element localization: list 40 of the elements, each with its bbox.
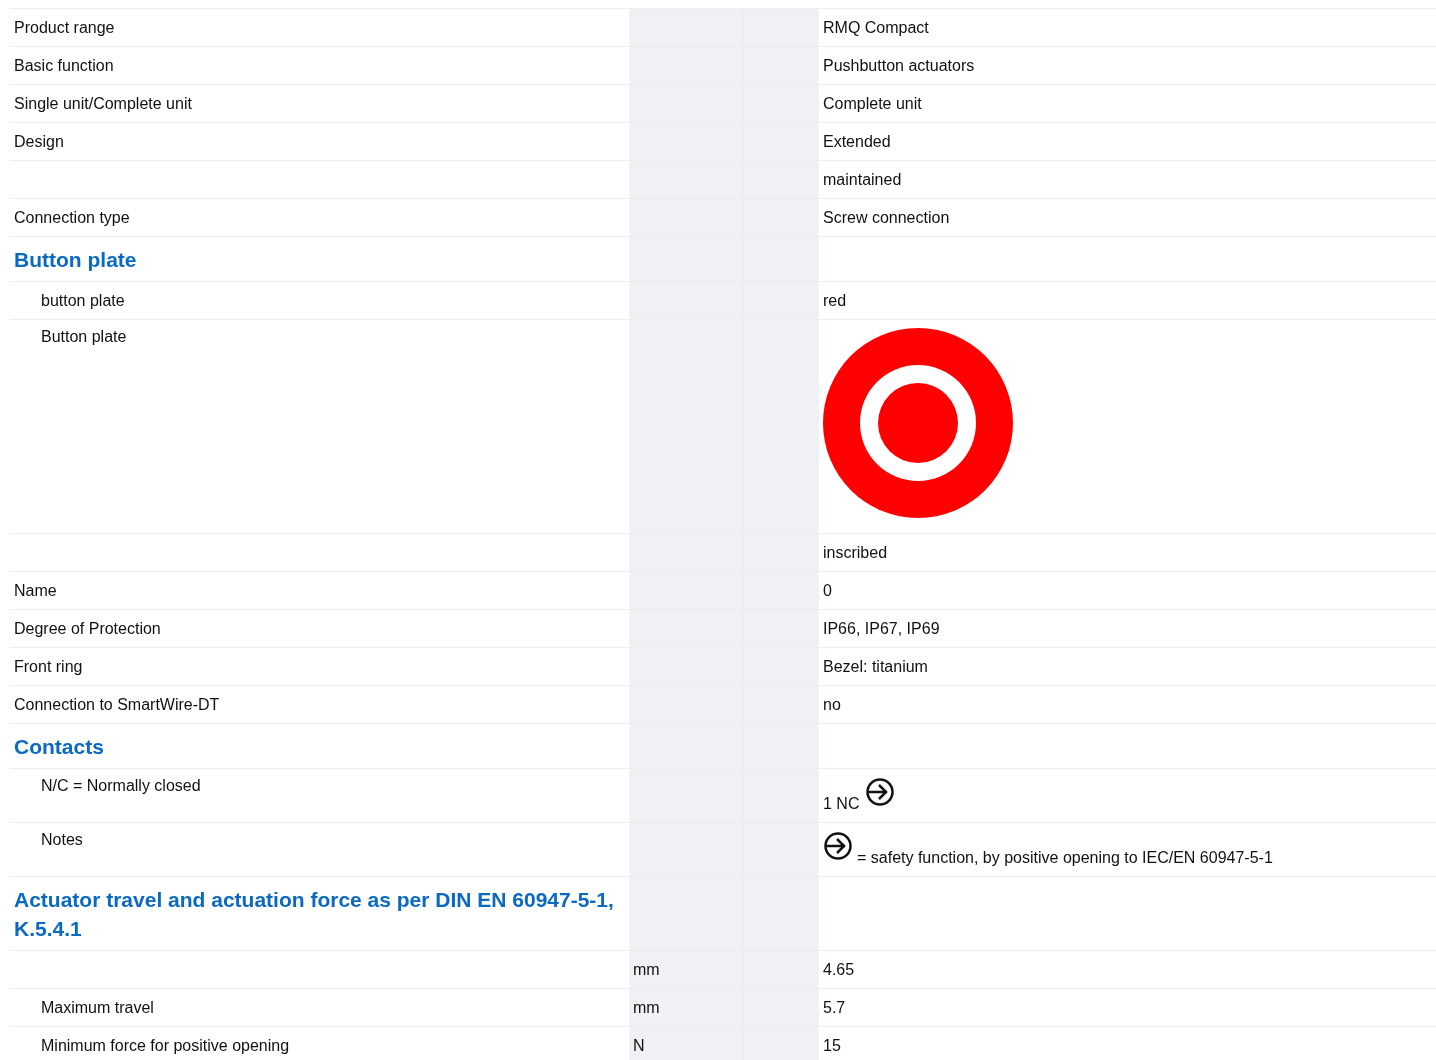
property-label: Minimum force for positive opening: [41, 1036, 290, 1055]
property-value: 5.7: [823, 998, 846, 1017]
section-heading: Contacts: [14, 733, 104, 760]
property-label: Maximum travel: [41, 998, 154, 1017]
section-heading: Button plate: [14, 246, 137, 273]
property-label: Product range: [14, 18, 115, 37]
property-label: button plate: [41, 291, 125, 310]
property-value: Complete unit: [823, 94, 922, 113]
property-value: Extended: [823, 132, 891, 151]
property-label: Name: [14, 581, 57, 600]
property-label: Design: [14, 132, 64, 151]
property-label: Connection type: [14, 208, 130, 227]
property-value: 0: [823, 581, 832, 600]
property-value: Bezel: titanium: [823, 657, 928, 676]
arrow-in-circle-icon: [823, 831, 853, 861]
property-label: Basic function: [14, 56, 114, 75]
property-value: maintained: [823, 170, 902, 189]
property-label: Front ring: [14, 657, 83, 676]
property-value: Screw connection: [823, 208, 950, 227]
property-label: N/C = Normally closed: [41, 777, 201, 795]
property-label: Connection to SmartWire-DT: [14, 695, 220, 714]
property-value: no: [823, 695, 841, 714]
property-value: Pushbutton actuators: [823, 56, 975, 75]
unit-cell: mm: [629, 989, 743, 1026]
unit-cell: mm: [629, 951, 743, 988]
property-value: 4.65: [823, 960, 855, 979]
property-value: IP66, IP67, IP69: [823, 619, 940, 638]
property-value: red: [823, 291, 847, 310]
property-label: Single unit/Complete unit: [14, 94, 192, 113]
property-value: inscribed: [823, 543, 888, 562]
property-label: Degree of Protection: [14, 619, 161, 638]
section-heading: Actuator travel and actuation force as per DIN EN 60947-5-1, K.5.4.1: [14, 886, 615, 942]
property-value: 1 NC: [823, 795, 860, 813]
property-value: RMQ Compact: [823, 18, 929, 37]
unit-cell: N: [629, 1027, 743, 1060]
property-label: Button plate: [41, 328, 127, 346]
property-value: = safety function, by positive opening to IEC/EN 60947-5-1: [857, 849, 1273, 867]
property-label: Notes: [41, 831, 83, 849]
arrow-in-circle-icon: [865, 777, 896, 807]
property-value: 15: [823, 1036, 841, 1055]
